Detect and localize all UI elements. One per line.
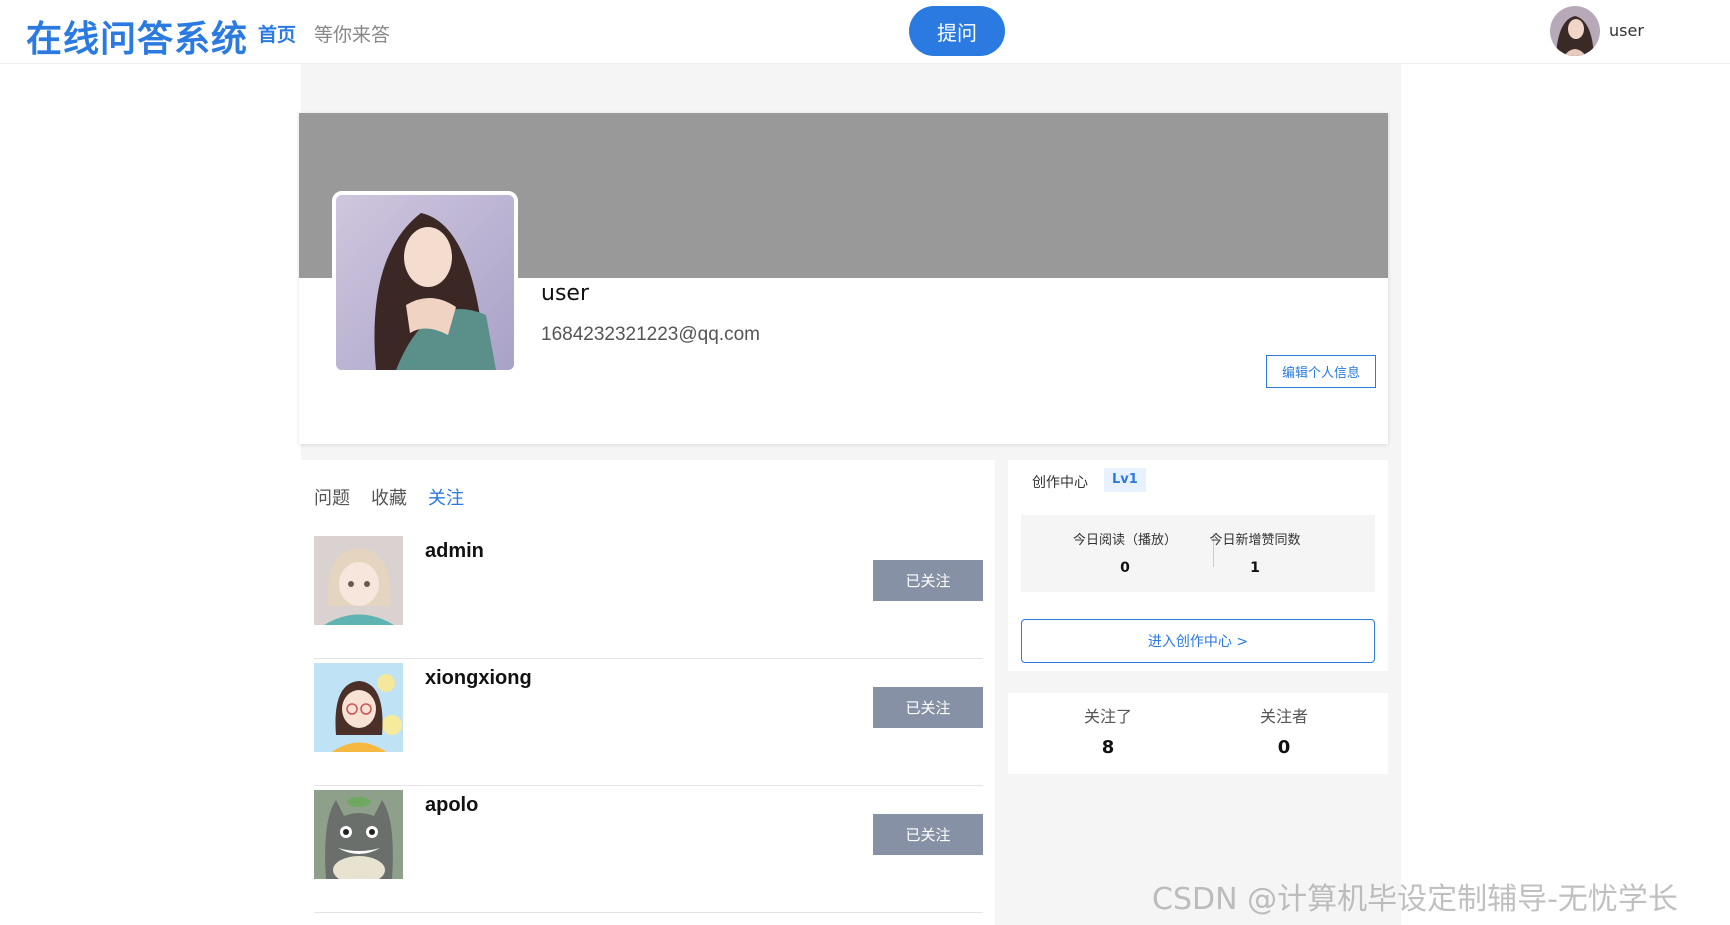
user-avatar[interactable] (314, 536, 403, 625)
followed-button[interactable]: 已关注 (873, 814, 983, 855)
watermark-text: CSDN @计算机毕设定制辅导-无忧学长 (1152, 882, 1678, 917)
creator-center-card: 创作中心 Lv1 今日阅读（播放） 0 今日新增赞同数 1 进入创作中心 > (1008, 460, 1388, 671)
creator-center-title: 创作中心 (1032, 475, 1088, 491)
stat-likes-label: 今日新增赞同数 (1209, 533, 1301, 548)
tab-favorites[interactable]: 收藏 (371, 484, 407, 510)
following-list-card: 问题 收藏 关注 admin 已关注 xiongxiong 已关注 apolo … (301, 460, 995, 925)
profile-name: user (541, 281, 589, 306)
user-avatar[interactable] (314, 663, 403, 752)
ask-question-button[interactable]: 提问 (909, 6, 1005, 56)
level-badge: Lv1 (1104, 468, 1146, 492)
profile-email: 1684232321223@qq.com (541, 324, 760, 345)
edit-profile-button[interactable]: 编辑个人信息 (1266, 355, 1376, 388)
following-value: 8 (1101, 737, 1115, 758)
followers-count[interactable]: 关注者 0 (1224, 703, 1344, 758)
following-count[interactable]: 关注了 8 (1048, 703, 1168, 758)
user-avatar[interactable] (314, 790, 403, 879)
site-logo[interactable]: 在线问答系统 (26, 10, 248, 62)
tab-questions[interactable]: 问题 (314, 484, 350, 510)
followed-button[interactable]: 已关注 (873, 687, 983, 728)
tab-following[interactable]: 关注 (428, 484, 464, 510)
profile-avatar (332, 191, 518, 374)
nav-waiting-answers[interactable]: 等你来答 (314, 20, 390, 47)
followers-value: 0 (1277, 737, 1291, 758)
stat-likes-value: 1 (1250, 560, 1260, 576)
nav-home[interactable]: 首页 (258, 20, 296, 47)
top-header: 在线问答系统 首页 等你来答 提问 user (0, 0, 1730, 64)
following-label: 关注了 (1083, 707, 1132, 726)
list-item: apolo 已关注 (314, 785, 983, 913)
followers-label: 关注者 (1259, 707, 1308, 726)
user-name[interactable]: xiongxiong (425, 667, 532, 690)
profile-card: user 1684232321223@qq.com 编辑个人信息 (299, 113, 1388, 444)
header-username[interactable]: user (1609, 21, 1644, 40)
user-name[interactable]: admin (425, 540, 484, 563)
followed-button[interactable]: 已关注 (873, 560, 983, 601)
list-item: admin 已关注 (314, 531, 983, 659)
today-stats: 今日阅读（播放） 0 今日新增赞同数 1 (1021, 515, 1375, 592)
header-avatar[interactable] (1550, 6, 1600, 56)
user-name[interactable]: apolo (425, 794, 478, 817)
list-item: xiongxiong 已关注 (314, 658, 983, 786)
enter-creator-center-button[interactable]: 进入创作中心 > (1021, 619, 1375, 663)
follow-stats-card: 关注了 8 关注者 0 (1008, 693, 1388, 774)
stat-likes: 今日新增赞同数 1 (1175, 515, 1335, 592)
